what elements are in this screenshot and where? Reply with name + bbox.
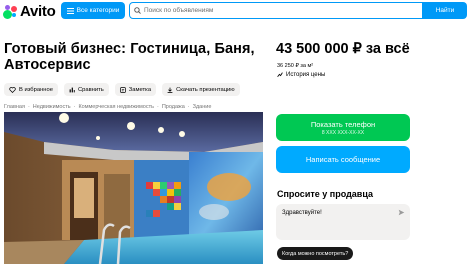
- note-icon: [120, 86, 126, 93]
- heart-icon: [9, 86, 16, 93]
- download-icon: [167, 87, 173, 93]
- show-phone-button[interactable]: Показать телефон 8 XXX XXX-XX-XX: [276, 114, 410, 141]
- compare-button[interactable]: Сравнить: [63, 83, 109, 96]
- download-presentation-label: Скачать презентацию: [176, 86, 235, 93]
- write-message-button[interactable]: Написать сообщение: [276, 146, 410, 173]
- all-categories-button[interactable]: Все категории: [61, 2, 125, 19]
- all-categories-label: Все категории: [76, 7, 120, 14]
- breadcrumb-separator: ·: [156, 104, 159, 110]
- listing-title: Готовый бизнес: Гостиница, Баня, Автосер…: [4, 41, 255, 73]
- favorite-label: В избранное: [19, 86, 53, 93]
- search-bar: [129, 2, 423, 19]
- compare-label: Сравнить: [77, 86, 104, 93]
- show-phone-label: Показать телефон: [310, 119, 376, 129]
- favorite-button[interactable]: В избранное: [4, 83, 58, 96]
- price-history-link[interactable]: История цены: [277, 72, 325, 78]
- quick-question-chip[interactable]: Когда можно посмотреть?: [277, 247, 354, 260]
- pool-photo-image: [4, 112, 263, 264]
- note-button[interactable]: Заметка: [114, 83, 157, 96]
- download-presentation-button[interactable]: Скачать презентацию: [162, 83, 240, 96]
- search-icon: [134, 7, 141, 14]
- listing-actions: В избранное Сравнить Заметка Скачать пре…: [4, 83, 240, 96]
- breadcrumb-separator: ·: [27, 104, 30, 110]
- ask-seller-title: Спросите у продавца: [277, 189, 373, 199]
- breadcrumb-home[interactable]: Главная: [4, 104, 25, 110]
- breadcrumb-commercial[interactable]: Коммерческая недвижимость: [78, 104, 154, 110]
- avito-logo[interactable]: Avito: [3, 3, 56, 20]
- ask-seller-input[interactable]: Здравствуйте!: [276, 204, 410, 240]
- send-icon[interactable]: [398, 209, 405, 216]
- breadcrumb-real-estate[interactable]: Недвижимость: [33, 104, 71, 110]
- price-per-m2: 36 250 ₽ за м²: [277, 63, 314, 69]
- chart-icon: [277, 72, 283, 78]
- search-input[interactable]: [144, 7, 414, 14]
- logo-text: Avito: [20, 3, 56, 20]
- phone-mask: 8 XXX XXX-XX-XX: [321, 129, 365, 136]
- breadcrumb-building[interactable]: Здание: [193, 104, 212, 110]
- breadcrumb-sale[interactable]: Продажа: [162, 104, 185, 110]
- price-history-label: История цены: [286, 72, 326, 78]
- compare-icon: [69, 87, 75, 92]
- breadcrumb-separator: ·: [73, 104, 76, 110]
- ask-seller-text: Здравствуйте!: [282, 210, 322, 216]
- find-button[interactable]: Найти: [423, 2, 467, 19]
- listing-photo[interactable]: [4, 112, 263, 264]
- breadcrumb-separator: ·: [187, 104, 190, 110]
- breadcrumb: Главная · Недвижимость · Коммерческая недв…: [4, 104, 211, 110]
- logo-dots-icon: [3, 4, 17, 19]
- menu-icon: [66, 7, 74, 14]
- listing-price: 43 500 000 ₽ за всё: [276, 41, 410, 57]
- note-label: Заметка: [128, 86, 152, 93]
